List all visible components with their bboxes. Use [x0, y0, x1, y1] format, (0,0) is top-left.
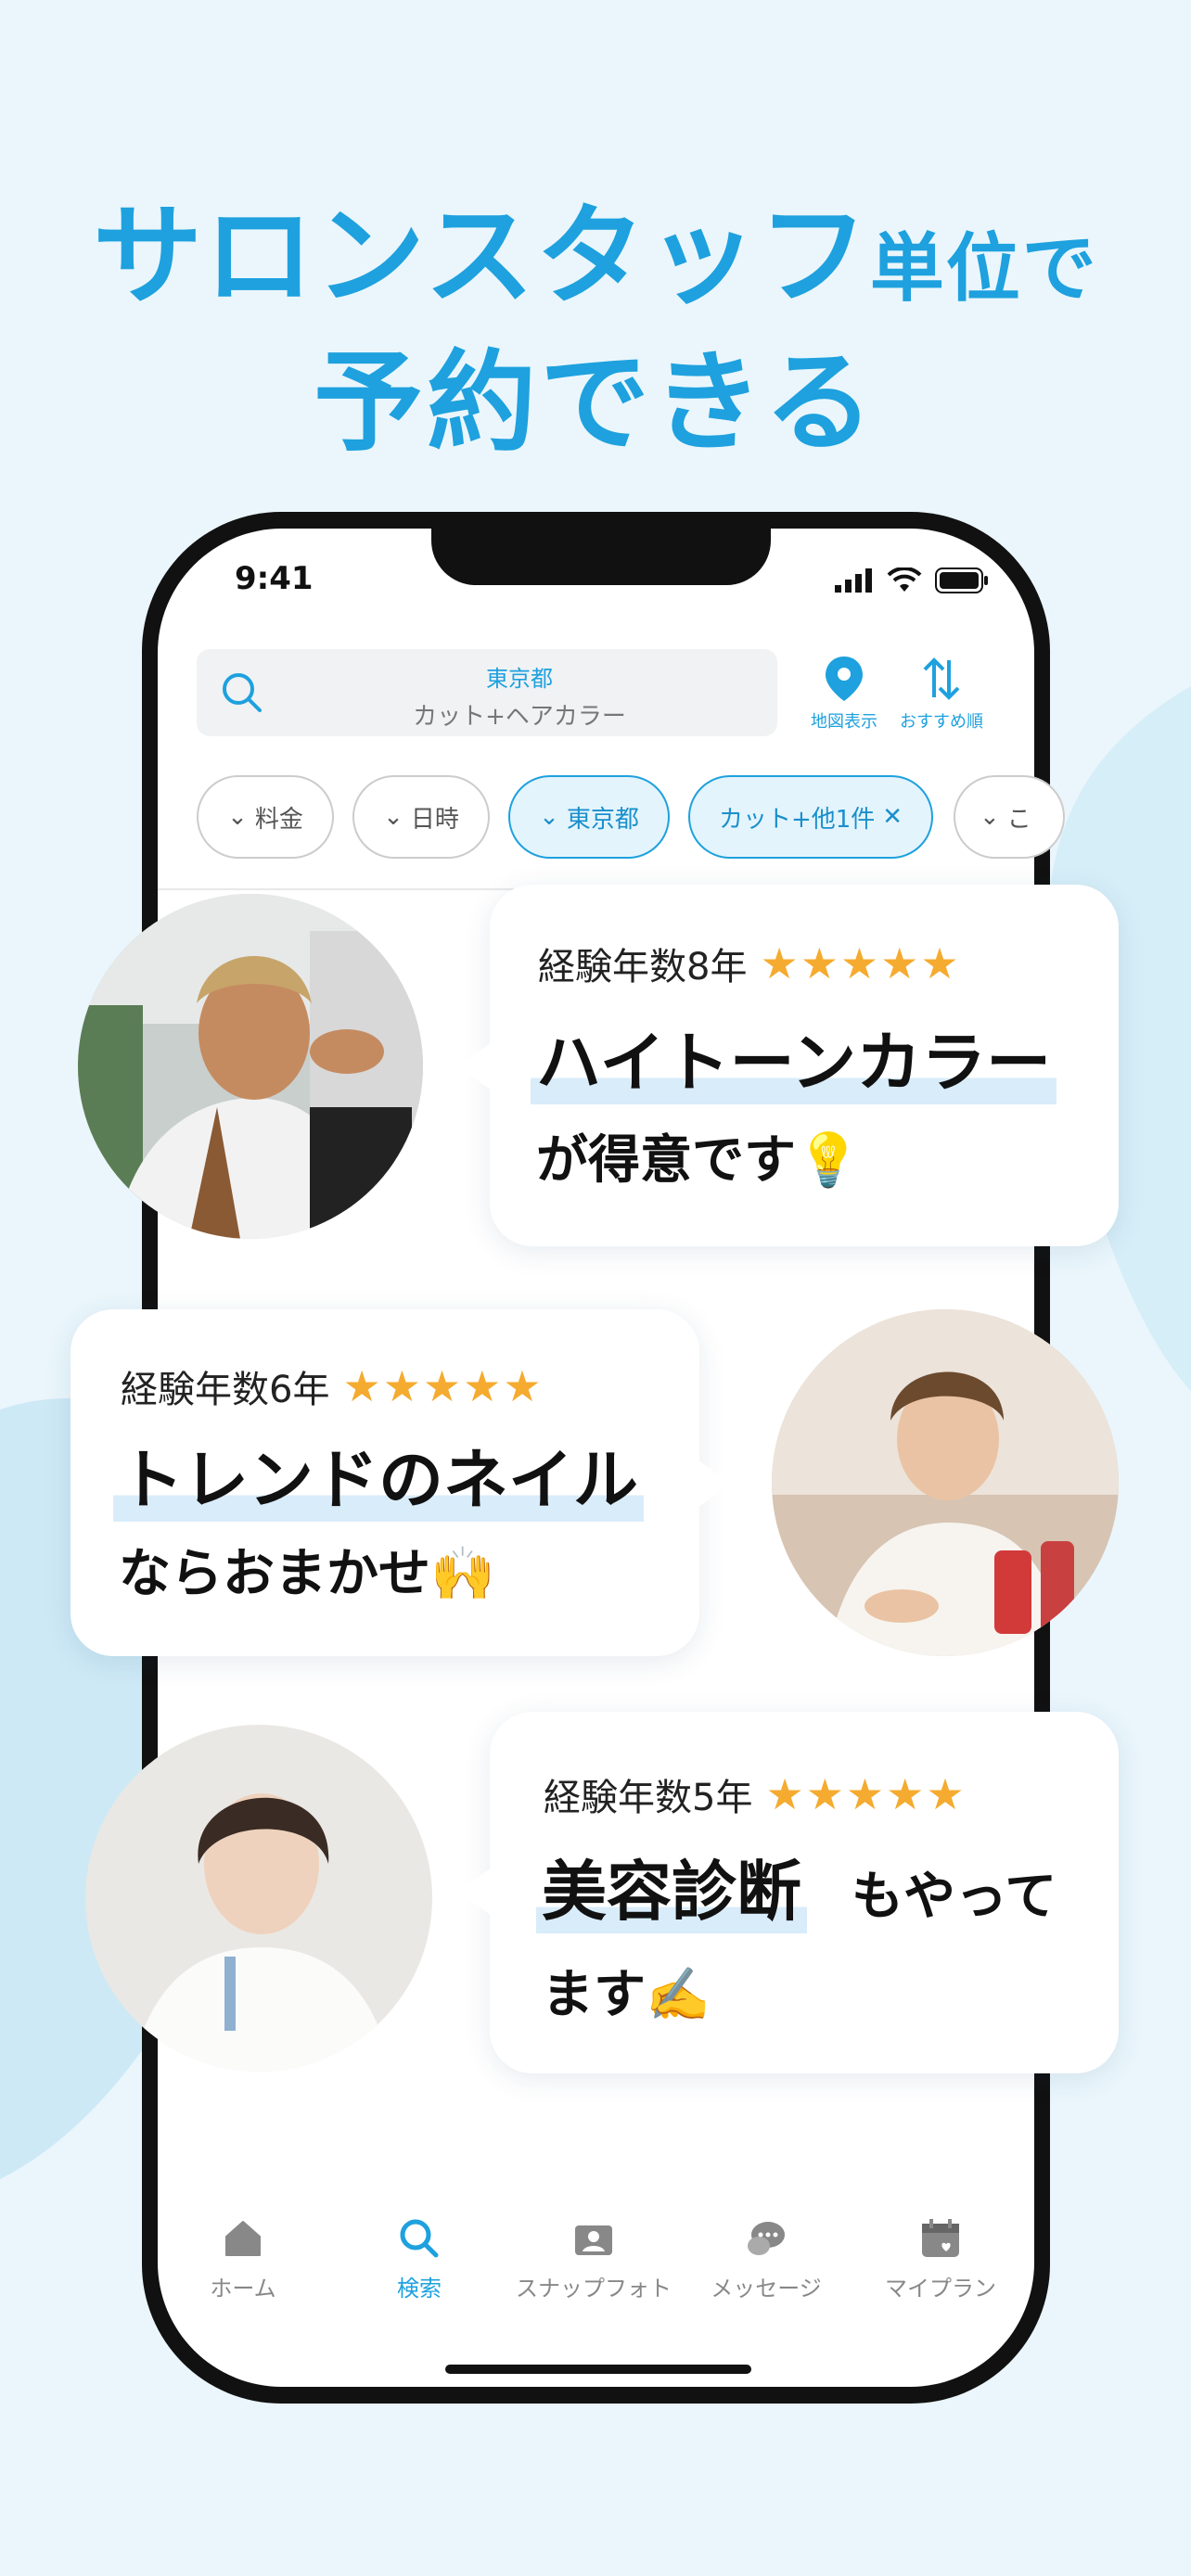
stylist-experience: 経験年数5年 ★★★★★ — [544, 1769, 967, 1819]
battery-icon — [935, 567, 988, 593]
stylist-avatar[interactable] — [78, 894, 423, 1239]
filter-chip-area[interactable]: ⌄ 東京都 — [508, 775, 670, 859]
map-pin-icon — [826, 657, 863, 701]
tab-message[interactable]: メッセージ — [673, 2216, 859, 2302]
calendar-icon — [922, 2219, 959, 2257]
rating-stars: ★★★★★ — [342, 1361, 544, 1411]
headline-line1: サロンスタッフ単位で — [93, 192, 1098, 320]
message-icon — [748, 2222, 785, 2255]
headline-line2: 予約できる — [314, 338, 877, 466]
search-icon — [223, 673, 262, 712]
chevron-down-icon: ⌄ — [539, 803, 559, 831]
status-time: 9:41 — [235, 560, 314, 597]
close-icon[interactable]: ✕ — [882, 803, 903, 831]
stylist-photo — [78, 894, 423, 1239]
tab-my-plan[interactable]: マイプラン — [848, 2216, 1033, 2302]
snap-photo-icon — [575, 2225, 612, 2255]
stylist-photo — [85, 1725, 432, 2072]
bubble-tail — [458, 1042, 492, 1090]
rating-stars: ★★★★★ — [765, 1769, 967, 1819]
stylist-specialty-rest-inline: もやって — [852, 1867, 1057, 1927]
sort-icon — [923, 657, 960, 700]
rating-stars: ★★★★★ — [760, 938, 961, 988]
tab-snap-photo[interactable]: スナップフォト — [501, 2216, 686, 2302]
stylist-experience: 経験年数8年 ★★★★★ — [538, 938, 961, 988]
status-icons — [835, 567, 989, 593]
filter-chip-menu[interactable]: カット+他1件 ✕ — [688, 775, 933, 859]
stylist-specialty: トレンドのネイル — [113, 1428, 644, 1522]
sort-button[interactable]: おすすめ順 — [890, 655, 992, 733]
filter-chip-price[interactable]: ⌄ 料金 — [197, 775, 334, 859]
home-icon — [225, 2221, 261, 2256]
signal-icon — [835, 568, 872, 593]
stylist-specialty: ハイトーンカラー — [531, 1011, 1057, 1104]
chevron-down-icon: ⌄ — [227, 803, 248, 831]
search-menu-text: カット+ヘアカラー — [413, 703, 626, 731]
stylist-specialty-rest: ならおまかせ🙌 — [119, 1544, 495, 1604]
bubble-tail — [698, 1460, 731, 1508]
phone-notch — [431, 515, 771, 585]
search-icon — [400, 2219, 439, 2258]
stylist-photo — [772, 1309, 1119, 1656]
home-indicator — [445, 2365, 751, 2374]
filter-chip-more[interactable]: ⌄ こ — [954, 775, 1065, 859]
stylist-avatar[interactable] — [772, 1309, 1119, 1656]
map-view-button[interactable]: 地図表示 — [793, 655, 895, 733]
chevron-down-icon: ⌄ — [383, 803, 403, 831]
stylist-specialty: 美容診断 — [536, 1840, 807, 1933]
stylist-specialty-rest: が得意です💡 — [536, 1130, 861, 1191]
bubble-tail — [458, 1868, 492, 1916]
filter-chip-datetime[interactable]: ⌄ 日時 — [352, 775, 490, 859]
wifi-icon — [887, 567, 922, 592]
tab-home[interactable]: ホーム — [150, 2216, 336, 2302]
stylist-avatar[interactable] — [85, 1725, 432, 2072]
tab-search[interactable]: 検索 — [327, 2216, 512, 2302]
stylist-experience: 経験年数6年 ★★★★★ — [121, 1361, 544, 1411]
stylist-specialty-rest: ます✍️ — [542, 1965, 711, 2025]
chevron-down-icon: ⌄ — [980, 803, 1000, 831]
search-area-text: 東京都 — [486, 666, 553, 692]
